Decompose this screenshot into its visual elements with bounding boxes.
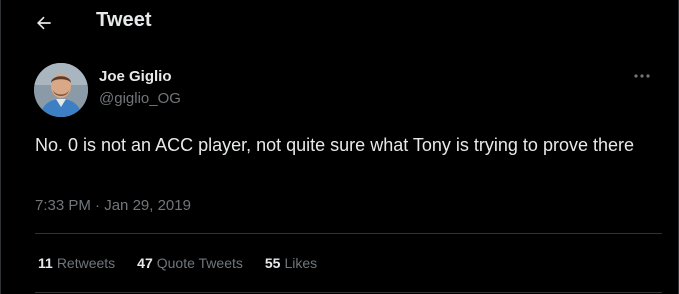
tweet-time[interactable]: 7:33 PM <box>35 197 91 214</box>
likes-label: Likes <box>284 255 318 271</box>
tweet-text: No. 0 is not an ACC player, not quite su… <box>35 135 634 155</box>
back-button[interactable] <box>27 6 61 40</box>
tweet-timestamp: 7:33 PM · Jan 29, 2019 <box>35 197 191 214</box>
author-handle[interactable]: @giglio_OG <box>99 90 181 107</box>
divider <box>35 233 662 234</box>
quote-tweets-label: Quote Tweets <box>156 255 243 271</box>
retweets-count: 11 <box>38 255 53 271</box>
quote-tweets-stat[interactable]: 47 Quote Tweets <box>137 255 243 271</box>
retweets-stat[interactable]: 11 Retweets <box>38 255 115 271</box>
tweet-detail-page: Tweet Joe Giglio @giglio_OG No. 0 is not… <box>0 0 679 294</box>
likes-count: 55 <box>264 255 281 271</box>
quote-tweets-count: 47 <box>137 255 153 271</box>
engagement-stats: 11 Retweets 47 Quote Tweets 55 Likes <box>38 255 339 271</box>
likes-stat[interactable]: 55 Likes <box>265 255 317 271</box>
more-horizontal-icon <box>634 74 650 78</box>
divider <box>35 292 662 293</box>
more-options-button[interactable] <box>629 66 655 86</box>
arrow-left-icon <box>37 16 51 30</box>
avatar[interactable] <box>34 63 88 117</box>
user-avatar-image <box>34 63 88 117</box>
page-title: Tweet <box>96 9 152 31</box>
retweets-label: Retweets <box>56 255 116 271</box>
author-display-name[interactable]: Joe Giglio <box>99 68 172 85</box>
tweet-date[interactable]: Jan 29, 2019 <box>104 197 191 214</box>
top-bar: Tweet <box>1 0 678 44</box>
timestamp-separator: · <box>95 197 101 214</box>
